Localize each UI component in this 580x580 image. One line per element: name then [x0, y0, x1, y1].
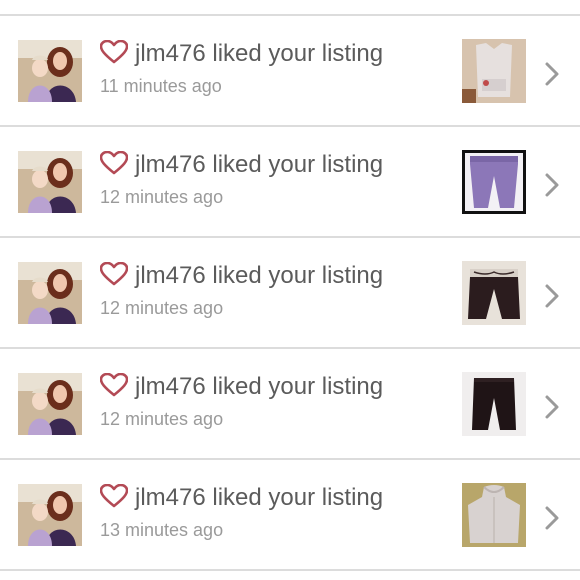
username[interactable]: jlm476 [135, 373, 206, 400]
heart-outline-icon [100, 373, 128, 397]
notification-title: jlm476 liked your listing [135, 151, 383, 179]
notification-row[interactable]: jlm476 liked your listing 12 minutes ago [0, 238, 580, 349]
user-avatar[interactable] [18, 484, 82, 546]
notification-row[interactable]: jlm476 liked your listing 12 minutes ago [0, 349, 580, 460]
action-text: liked your listing [212, 262, 384, 289]
chevron-right-icon[interactable] [542, 171, 562, 199]
listing-thumbnail[interactable] [462, 372, 526, 436]
listing-thumbnail[interactable] [462, 483, 526, 547]
heart-outline-icon [100, 484, 128, 508]
chevron-right-icon[interactable] [542, 393, 562, 421]
user-avatar[interactable] [18, 373, 82, 435]
notification-row[interactable]: jlm476 liked your listing 13 minutes ago [0, 460, 580, 571]
listing-thumbnail[interactable] [462, 150, 526, 214]
listing-thumbnail[interactable] [462, 39, 526, 103]
heart-outline-icon [100, 262, 128, 286]
notification-title: jlm476 liked your listing [135, 262, 383, 290]
action-text: liked your listing [212, 484, 384, 511]
notification-list: jlm476 liked your listing 11 minutes ago [0, 16, 580, 571]
chevron-right-icon[interactable] [542, 282, 562, 310]
username[interactable]: jlm476 [135, 262, 206, 289]
timestamp: 13 minutes ago [100, 520, 224, 540]
action-text: liked your listing [212, 151, 384, 178]
chevron-right-icon[interactable] [542, 60, 562, 88]
timestamp: 12 minutes ago [100, 409, 224, 429]
notification-title: jlm476 liked your listing [135, 373, 383, 401]
username[interactable]: jlm476 [135, 151, 206, 178]
user-avatar[interactable] [18, 151, 82, 213]
listing-thumbnail[interactable] [462, 261, 526, 325]
notification-title: jlm476 liked your listing [135, 484, 383, 512]
heart-outline-icon [100, 151, 128, 175]
chevron-right-icon[interactable] [542, 504, 562, 532]
action-text: liked your listing [212, 40, 384, 67]
timestamp: 12 minutes ago [100, 187, 224, 207]
username[interactable]: jlm476 [135, 40, 206, 67]
notification-row[interactable]: jlm476 liked your listing 11 minutes ago [0, 16, 580, 127]
user-avatar[interactable] [18, 40, 82, 102]
timestamp: 12 minutes ago [100, 298, 224, 318]
username[interactable]: jlm476 [135, 484, 206, 511]
timestamp: 11 minutes ago [100, 76, 222, 96]
user-avatar[interactable] [18, 262, 82, 324]
action-text: liked your listing [212, 373, 384, 400]
notification-title: jlm476 liked your listing [135, 40, 383, 68]
heart-outline-icon [100, 40, 128, 64]
notification-row[interactable]: jlm476 liked your listing 12 minutes ago [0, 127, 580, 238]
